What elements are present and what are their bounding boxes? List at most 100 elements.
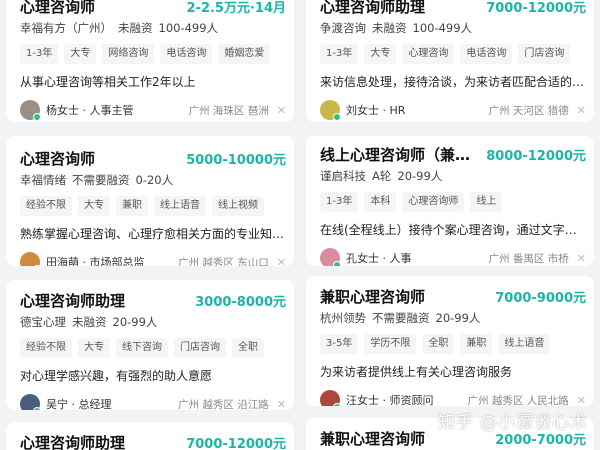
recruiter-name: 孔女士 · 人事 — [346, 252, 412, 265]
job-tag: 兼职 — [116, 196, 148, 216]
job-salary: 7000-9000元 — [495, 290, 586, 306]
company-info: 谨启科技 A轮 20-99人 — [320, 168, 586, 186]
job-card[interactable]: 心理咨询师 2-2.5万元·14月 幸福有方（广州） 未融资 100-499人 1-… — [6, 0, 294, 122]
job-tags: 1-3年 本科 心理咨询师 线上 — [320, 192, 586, 212]
company-funding: 不需要融资 — [72, 173, 130, 187]
company-size: 100-499人 — [158, 21, 219, 35]
company-size: 20-99人 — [397, 169, 443, 183]
job-salary: 8000-12000元 — [486, 148, 586, 164]
job-tag: 线上语音 — [498, 334, 551, 354]
job-tag: 线上视频 — [212, 196, 264, 216]
job-salary: 2-2.5万元·14月 — [186, 0, 287, 16]
close-icon[interactable]: ✕ — [277, 104, 286, 117]
job-description: 在线(全程线上）接待个案心理咨询，通过文字、电话... — [320, 223, 586, 237]
job-description: 为来访者提供线上有关心理咨询服务 — [320, 365, 513, 379]
job-tag: 心理咨询师 — [402, 192, 465, 212]
company-name: 德宝心理 — [20, 315, 66, 329]
company-size: 100-499人 — [412, 21, 473, 35]
job-card[interactable]: 心理咨询师助理 7000-12000元 争渡咨询 未融资 100-499人 1-3年… — [306, 0, 594, 122]
job-title: 线上心理咨询师（兼职/全... — [320, 145, 480, 164]
job-tag: 全职 — [232, 338, 264, 358]
recruiter[interactable]: 杨女士 · 人事主管 — [20, 100, 134, 121]
job-description: 熟练掌握心理咨询、心理疗愈相关方面的专业知识，掌... — [20, 227, 286, 241]
online-status-dot — [33, 265, 41, 266]
job-salary: 7000-12000元 — [486, 0, 586, 16]
job-tag: 经验不限 — [20, 196, 72, 216]
job-tag: 婚姻恋爱 — [218, 44, 271, 64]
job-tag: 网络咨询 — [102, 44, 155, 64]
job-title: 心理咨询师 — [20, 149, 96, 168]
avatar — [320, 390, 341, 406]
job-tag: 电话咨询 — [160, 44, 213, 64]
job-tag: 1-3年 — [320, 192, 359, 212]
job-title: 心理咨询师助理 — [20, 291, 126, 310]
job-tag: 线上语音 — [154, 196, 206, 216]
job-tags: 1-3年 大专 网络咨询 电话咨询 婚姻恋爱 — [20, 44, 286, 64]
job-title: 兼职心理咨询师 — [320, 287, 426, 306]
recruiter[interactable]: 吴宁 · 总经理 — [20, 394, 112, 410]
online-status-dot — [333, 113, 341, 121]
job-location: 广州 越秀区 沿江路 — [178, 398, 269, 411]
company-size: 20-99人 — [112, 315, 158, 329]
job-card[interactable]: 心理咨询师助理 3000-8000元 德宝心理 未融资 20-99人 经验不限 大专… — [6, 280, 294, 410]
job-salary: 7000-12000元 — [186, 436, 286, 450]
job-tag: 兼职 — [460, 334, 493, 354]
avatar — [20, 394, 41, 410]
company-funding: 未融资 — [118, 21, 153, 35]
recruiter-name: 田海萌 · 市场部总监 — [46, 256, 145, 266]
company-name: 争渡咨询 — [320, 21, 366, 35]
avatar — [20, 252, 41, 266]
job-card[interactable]: 心理咨询师助理 7000-12000元 — [6, 422, 294, 450]
close-icon[interactable]: ✕ — [277, 398, 286, 411]
close-icon[interactable]: ✕ — [277, 256, 286, 267]
company-name: 谨启科技 — [320, 169, 366, 183]
job-description: 从事心理咨询等相关工作2年以上 — [20, 75, 196, 89]
close-icon[interactable]: ✕ — [577, 394, 586, 407]
job-tag: 心理咨询 — [402, 44, 455, 64]
job-card[interactable]: 兼职心理咨询师 7000-9000元 杭州领势 不需要融资 20-99人 3-5年 … — [306, 276, 594, 406]
company-funding: 不需要融资 — [372, 311, 430, 325]
online-status-dot — [333, 261, 341, 266]
job-location: 广州 番禺区 市桥 — [488, 252, 569, 265]
recruiter[interactable]: 汪女士 · 师资顾问 — [320, 390, 434, 406]
job-tag: 学历不限 — [364, 334, 417, 354]
online-status-dot — [33, 407, 41, 410]
company-info: 杭州领势 不需要融资 20-99人 — [320, 310, 586, 328]
job-tag: 3-5年 — [320, 334, 359, 354]
close-icon[interactable]: ✕ — [577, 252, 586, 265]
company-size: 20-99人 — [435, 311, 481, 325]
job-tags: 1-3年 大专 心理咨询 电话咨询 门店咨询 — [320, 44, 586, 64]
company-info: 德宝心理 未融资 20-99人 — [20, 314, 286, 332]
online-status-dot — [33, 113, 41, 121]
recruiter[interactable]: 刘女士 · HR — [320, 100, 405, 121]
job-card[interactable]: 心理咨询师 5000-10000元 幸福情绪 不需要融资 0-20人 经验不限 大专… — [6, 136, 294, 266]
job-tag: 全职 — [422, 334, 455, 354]
job-tag: 大专 — [364, 44, 397, 64]
job-tag: 大专 — [64, 44, 97, 64]
company-info: 幸福有方（广州） 未融资 100-499人 — [20, 20, 286, 38]
job-description: 来访信息处理，接待洽谈，为来访者匹配合适的咨询师 — [320, 75, 586, 89]
recruiter[interactable]: 田海萌 · 市场部总监 — [20, 252, 145, 266]
job-tag: 电话咨询 — [460, 44, 513, 64]
company-info: 争渡咨询 未融资 100-499人 — [320, 20, 586, 38]
company-size: 0-20人 — [135, 173, 174, 187]
recruiter[interactable]: 孔女士 · 人事 — [320, 248, 412, 266]
job-tag: 本科 — [364, 192, 397, 212]
close-icon[interactable]: ✕ — [577, 104, 586, 117]
job-tag: 1-3年 — [320, 44, 359, 64]
avatar — [20, 100, 41, 121]
company-info: 幸福情绪 不需要融资 0-20人 — [20, 172, 286, 190]
job-tag: 线下咨询 — [116, 338, 168, 358]
job-title: 兼职心理咨询师 — [320, 429, 426, 448]
job-card[interactable]: 线上心理咨询师（兼职/全... 8000-12000元 谨启科技 A轮 20-99人… — [306, 136, 594, 266]
recruiter-name: 杨女士 · 人事主管 — [46, 104, 134, 117]
watermark: 知乎 @小谭谈心术 — [437, 413, 588, 433]
job-tags: 经验不限 大专 线下咨询 门店咨询 全职 — [20, 338, 286, 358]
recruiter-name: 汪女士 · 师资顾问 — [346, 394, 434, 406]
avatar — [320, 100, 341, 121]
job-tag: 线上 — [470, 192, 503, 212]
job-tags: 3-5年 学历不限 全职 兼职 线上语音 — [320, 334, 586, 354]
job-salary: 3000-8000元 — [195, 294, 286, 310]
job-location: 广州 越秀区 人民北路 — [467, 394, 569, 407]
job-salary: 5000-10000元 — [186, 152, 286, 168]
